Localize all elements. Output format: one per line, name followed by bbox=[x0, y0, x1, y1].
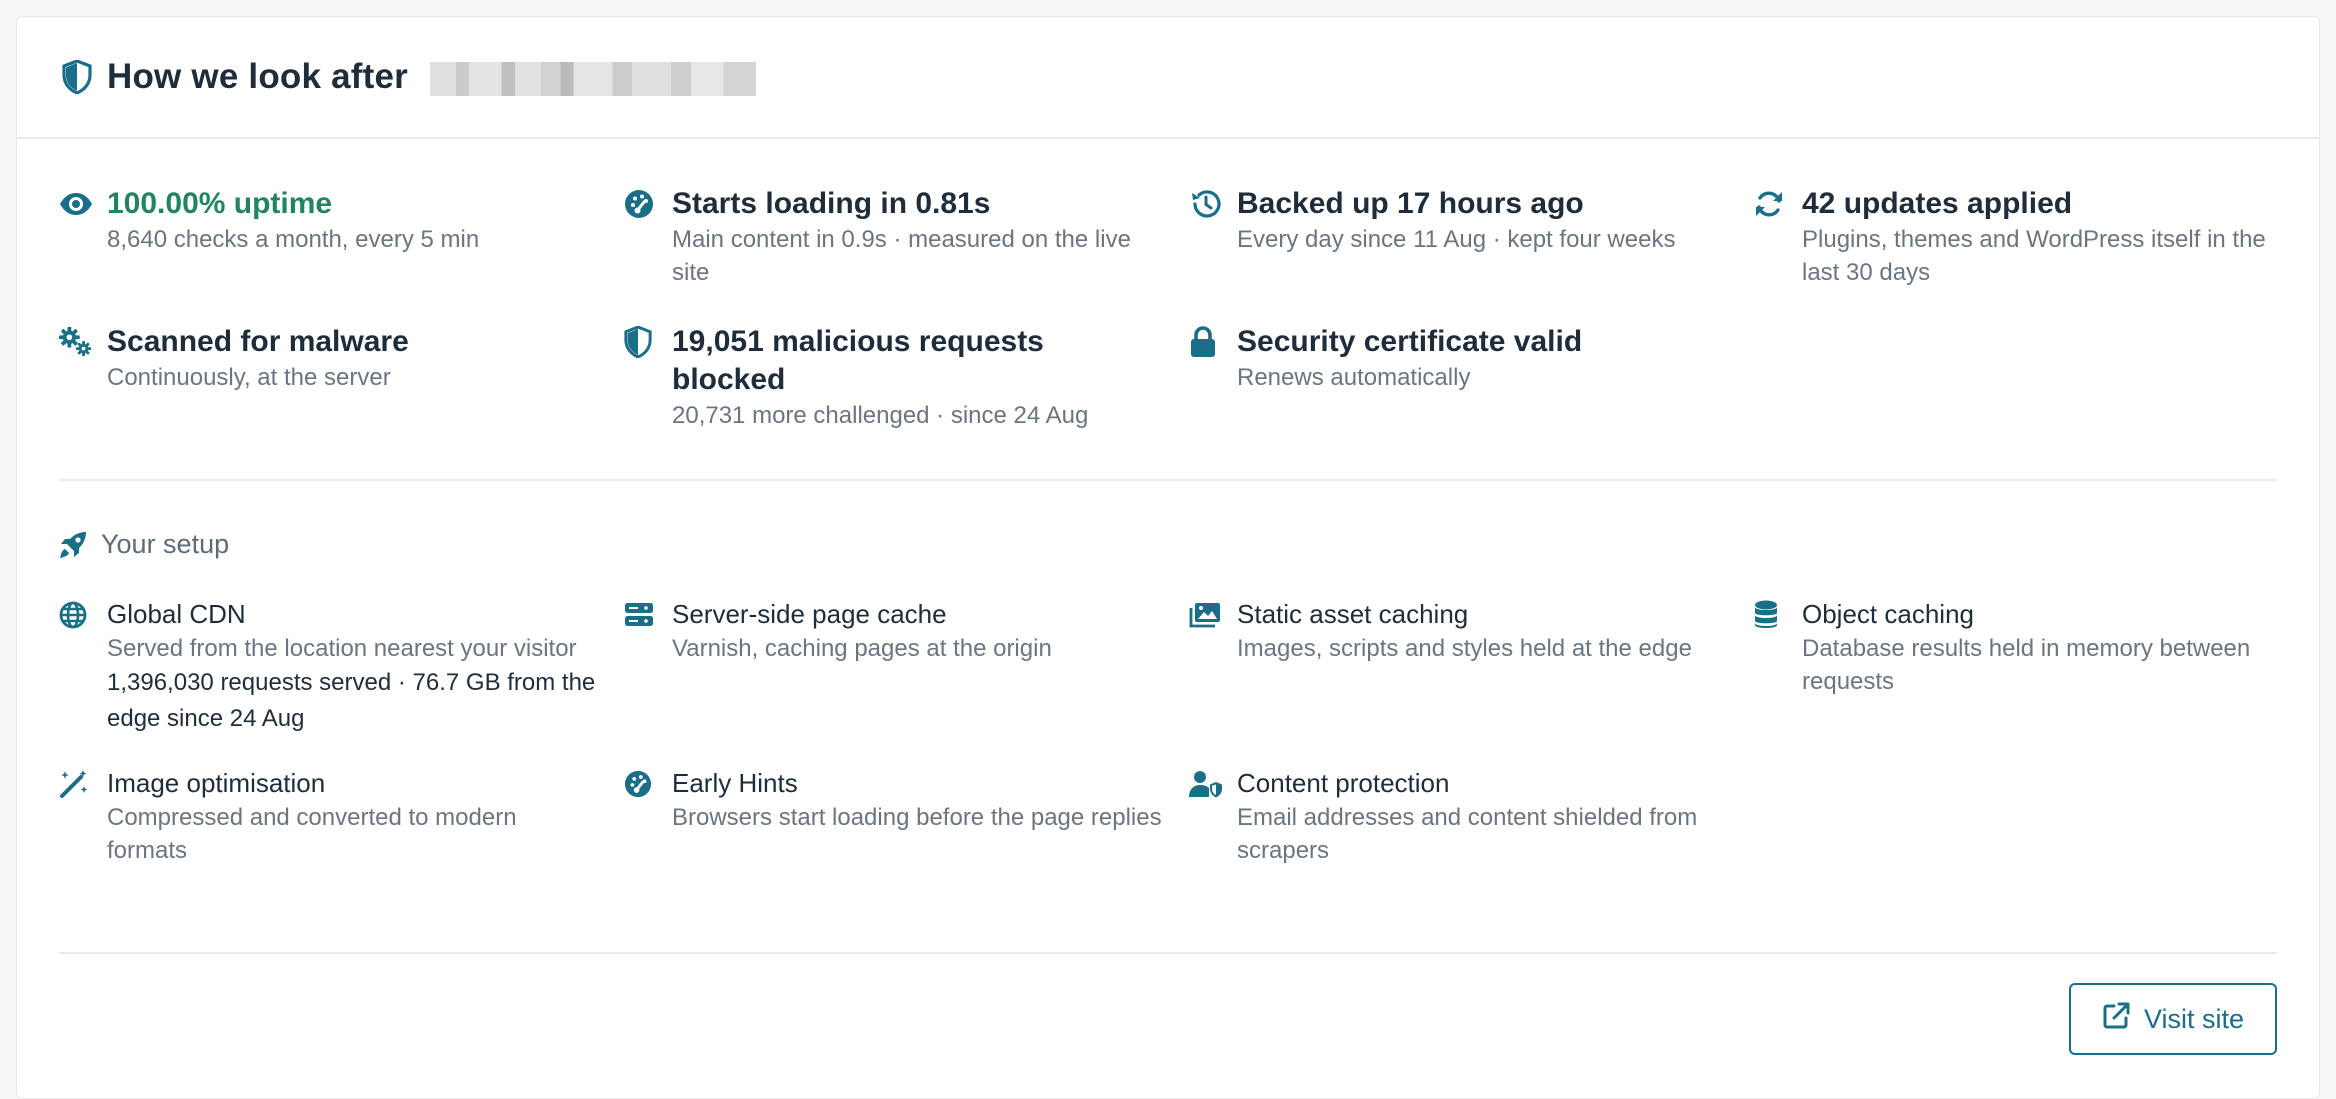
feature-early-hints: Early Hints Browsers start loading befor… bbox=[624, 765, 1189, 867]
user-shield-icon bbox=[1189, 767, 1223, 801]
feature-sub: Browsers start loading before the page r… bbox=[672, 804, 1162, 831]
external-link-icon bbox=[2102, 1002, 2130, 1037]
page-title: How we look after bbox=[107, 57, 756, 97]
feature-object-caching: Object caching Database results held in … bbox=[1754, 596, 2319, 737]
redacted-site-name bbox=[429, 61, 756, 96]
feature-image-optimisation: Image optimisation Compressed and conver… bbox=[59, 765, 624, 867]
refresh-icon bbox=[1754, 187, 1788, 221]
site-care-card: How we look after 100.00% uptime 8,640 c… bbox=[16, 16, 2320, 1099]
visit-site-label: Visit site bbox=[2143, 1003, 2245, 1034]
feature-title: Early Hints bbox=[672, 768, 798, 798]
metric-sub: 8,640 checks a month, every 5 min bbox=[107, 226, 480, 253]
metric-requests-blocked: 19,051 malicious requests blocked 20,731… bbox=[624, 323, 1189, 432]
metric-sub: Plugins, themes and WordPress itself in … bbox=[1802, 226, 2266, 286]
setup-heading: Your setup bbox=[59, 529, 2277, 560]
feature-sub: Database results held in memory between … bbox=[1802, 635, 2251, 695]
metric-sub: Renews automatically bbox=[1237, 364, 1471, 391]
metric-load-time: Starts loading in 0.81s Main content in … bbox=[624, 185, 1189, 289]
card-header: How we look after bbox=[17, 17, 2319, 139]
metric-malware-scan: Scanned for malware Continuously, at the… bbox=[59, 323, 624, 432]
server-icon bbox=[624, 598, 658, 632]
metric-sub: Main content in 0.9s · measured on the l… bbox=[672, 226, 1131, 286]
feature-title: Global CDN bbox=[107, 599, 246, 629]
page-title-text: How we look after bbox=[107, 57, 408, 96]
shield-half-icon bbox=[59, 59, 95, 95]
metrics-section: 100.00% uptime 8,640 checks a month, eve… bbox=[59, 185, 2277, 432]
lock-icon bbox=[1189, 325, 1223, 359]
metric-sub: Every day since 11 Aug · kept four weeks bbox=[1237, 226, 1676, 253]
visit-site-button[interactable]: Visit site bbox=[2069, 983, 2277, 1055]
speedometer-icon bbox=[624, 767, 658, 801]
feature-sub: Compressed and converted to modern forma… bbox=[107, 804, 517, 864]
metric-title: Scanned for malware bbox=[107, 325, 409, 358]
metric-ssl: Security certificate valid Renews automa… bbox=[1189, 323, 1754, 432]
feature-title: Static asset caching bbox=[1237, 599, 1469, 629]
database-icon bbox=[1754, 598, 1788, 632]
feature-sub: Email addresses and content shielded fro… bbox=[1237, 804, 1698, 864]
feature-sub: Varnish, caching pages at the origin bbox=[672, 635, 1052, 662]
feature-title: Object caching bbox=[1802, 599, 1974, 629]
images-icon bbox=[1189, 598, 1223, 632]
metric-title: Backed up 17 hours ago bbox=[1237, 187, 1584, 220]
metric-title: Starts loading in 0.81s bbox=[672, 187, 991, 220]
footer-divider bbox=[59, 952, 2277, 954]
speedometer-icon bbox=[624, 187, 658, 221]
gears-icon bbox=[59, 325, 93, 359]
rocket-icon bbox=[59, 531, 89, 559]
metric-title: 100.00% uptime bbox=[107, 187, 333, 220]
metric-title: Security certificate valid bbox=[1237, 325, 1583, 358]
feature-title: Server-side page cache bbox=[672, 599, 947, 629]
section-divider bbox=[59, 479, 2277, 481]
metric-sub: Continuously, at the server bbox=[107, 364, 391, 391]
metric-backup: Backed up 17 hours ago Every day since 1… bbox=[1189, 185, 1754, 289]
magic-wand-icon bbox=[59, 767, 93, 801]
feature-title: Image optimisation bbox=[107, 768, 326, 798]
metric-title: 42 updates applied bbox=[1802, 187, 2073, 220]
feature-page-cache: Server-side page cache Varnish, caching … bbox=[624, 596, 1189, 737]
feature-static-asset-caching: Static asset caching Images, scripts and… bbox=[1189, 596, 1754, 737]
metric-updates: 42 updates applied Plugins, themes and W… bbox=[1754, 185, 2319, 289]
metric-uptime: 100.00% uptime 8,640 checks a month, eve… bbox=[59, 185, 624, 289]
shield-half-icon bbox=[624, 325, 658, 359]
feature-stat: 1,396,030 requests served · 76.7 GB from… bbox=[107, 669, 596, 732]
feature-content-protection: Content protection Email addresses and c… bbox=[1189, 765, 1754, 867]
globe-icon bbox=[59, 598, 93, 632]
feature-global-cdn: Global CDN Served from the location near… bbox=[59, 596, 624, 737]
metric-title: 19,051 malicious requests blocked bbox=[672, 325, 1044, 396]
setup-heading-label: Your setup bbox=[101, 529, 230, 559]
setup-section: Your setup Global CDN Served from the lo… bbox=[59, 529, 2277, 867]
eye-icon bbox=[59, 187, 93, 221]
feature-sub: Served from the location nearest your vi… bbox=[107, 635, 577, 662]
history-icon bbox=[1189, 187, 1223, 221]
feature-sub: Images, scripts and styles held at the e… bbox=[1237, 635, 1692, 662]
metric-sub: 20,731 more challenged · since 24 Aug bbox=[672, 402, 1089, 429]
feature-title: Content protection bbox=[1237, 768, 1450, 798]
